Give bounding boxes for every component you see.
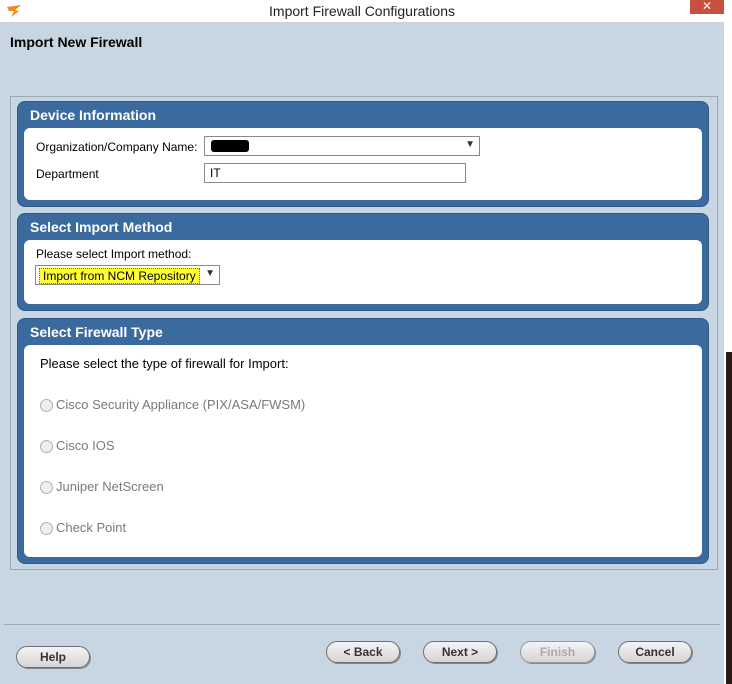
device-information-body: Organization/Company Name: ▼ Department … xyxy=(24,128,702,200)
department-label: Department xyxy=(36,167,99,181)
wizard-content: Device Information Organization/Company … xyxy=(10,96,718,570)
chevron-down-icon: ▼ xyxy=(205,268,215,279)
import-method-select[interactable]: Import from NCM Repository ▼ xyxy=(35,265,220,285)
device-information-panel: Device Information Organization/Company … xyxy=(17,101,709,207)
firewall-type-body: Please select the type of firewall for I… xyxy=(24,345,702,557)
panel-title-firewall-type: Select Firewall Type xyxy=(30,324,163,340)
title-bar: Import Firewall Configurations ✕ xyxy=(0,0,724,23)
import-method-body: Please select Import method: Import from… xyxy=(24,240,702,304)
footer-divider xyxy=(4,624,720,625)
panel-title-import-method: Select Import Method xyxy=(30,219,173,235)
org-name-select[interactable]: ▼ xyxy=(204,136,480,156)
department-input[interactable]: IT xyxy=(204,163,466,183)
import-method-prompt: Please select Import method: xyxy=(36,247,192,261)
radio-button-icon xyxy=(40,522,53,535)
window-title: Import Firewall Configurations xyxy=(269,3,455,19)
firewall-type-prompt: Please select the type of firewall for I… xyxy=(40,356,289,371)
close-button[interactable]: ✕ xyxy=(690,0,724,14)
import-method-panel: Select Import Method Please select Impor… xyxy=(17,213,709,311)
panel-title-device-information: Device Information xyxy=(30,107,157,123)
radio-button-icon xyxy=(40,440,53,453)
wizard-header: Import New Firewall xyxy=(4,24,720,86)
chevron-down-icon: ▼ xyxy=(465,139,475,150)
page-title: Import New Firewall xyxy=(10,34,143,50)
finish-button[interactable]: Finish xyxy=(520,641,595,663)
import-firewall-window: Import Firewall Configurations ✕ Import … xyxy=(0,0,725,684)
cancel-button[interactable]: Cancel xyxy=(618,641,692,663)
radio-button-icon xyxy=(40,399,53,412)
redacted-value xyxy=(211,140,249,152)
org-name-label: Organization/Company Name: xyxy=(36,140,198,154)
import-method-selected: Import from NCM Repository xyxy=(39,268,200,284)
radio-button-icon xyxy=(40,481,53,494)
firewall-type-panel: Select Firewall Type Please select the t… xyxy=(17,318,709,564)
help-button[interactable]: Help xyxy=(16,646,90,668)
next-button[interactable]: Next > xyxy=(423,641,497,663)
background-window-dark xyxy=(726,352,732,684)
back-button[interactable]: < Back xyxy=(326,641,400,663)
